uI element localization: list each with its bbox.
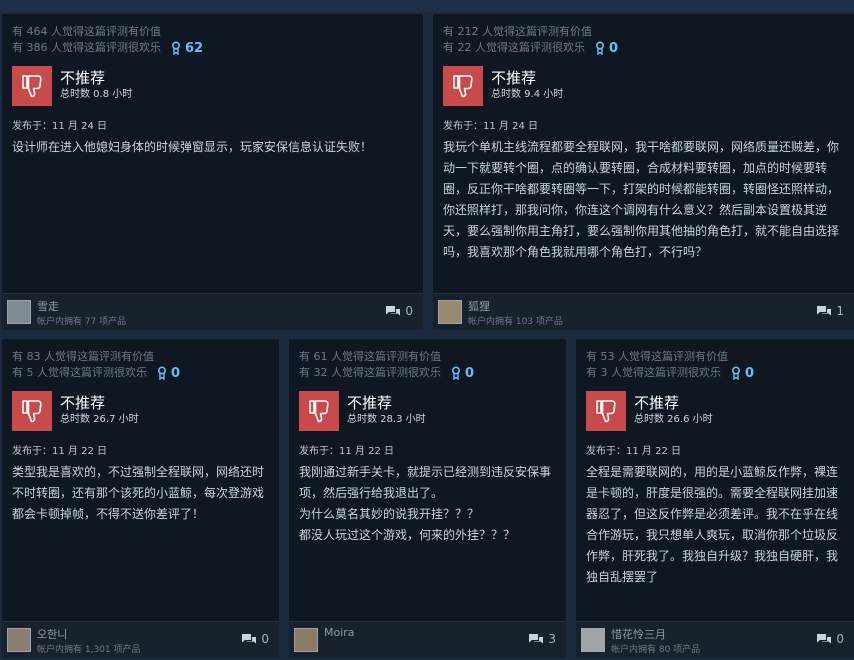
helpful-count: 有 212 人觉得这篇评测有价值: [443, 25, 592, 38]
username[interactable]: 오한니: [37, 626, 67, 642]
comment-count[interactable]: 0: [816, 632, 844, 646]
funny-count: 有 22 人觉得这篇评测很欢乐: [443, 41, 585, 54]
username[interactable]: 狐狸: [468, 298, 490, 314]
comment-icon: [817, 305, 832, 315]
review-card: 有 464 人觉得这篇评测有价值 有 386 人觉得这篇评测很欢乐 62 不推荐…: [2, 14, 423, 330]
comment-count[interactable]: 0: [241, 632, 269, 646]
comment-value: 3: [548, 632, 556, 646]
award-value: 62: [185, 40, 204, 56]
review-line: 类型我是喜欢的，不过强制全程联网，网络还时不时转圈，还有那个该死的小蓝鲸，每次登…: [12, 465, 265, 521]
review-card: 有 83 人觉得这篇评测有价值 有 5 人觉得这篇评测很欢乐 0 不推荐 总时数…: [2, 339, 279, 658]
hours-played: 总时数 26.6 小时: [634, 414, 713, 425]
comment-icon: [242, 633, 257, 643]
hours-played: 总时数 0.8 小时: [60, 89, 133, 100]
helpful-count: 有 61 人觉得这篇评测有价值: [299, 350, 441, 363]
award-value: 0: [609, 40, 619, 56]
review-line: 为什么莫名其妙的说我开挂？？？: [299, 507, 480, 521]
award-count[interactable]: 0: [157, 366, 180, 381]
review-footer: Moira 3: [289, 621, 566, 658]
review-card: 有 61 人觉得这篇评测有价值 有 32 人觉得这篇评测很欢乐 0 不推荐 总时…: [289, 339, 566, 658]
avatar[interactable]: [438, 300, 462, 324]
posted-date: 发布于：11 月 22 日: [12, 446, 107, 457]
hours-played: 总时数 9.4 小时: [491, 89, 564, 100]
helpful-count: 有 53 人觉得这篇评测有价值: [586, 350, 728, 363]
comment-count[interactable]: 1: [816, 304, 844, 318]
review-line: 都没人玩过这个游戏，何来的外挂？？？: [299, 528, 516, 542]
review-footer: 雪走 帐户内拥有 77 项产品 0: [2, 293, 423, 330]
recommendation-label: 不推荐: [491, 69, 537, 87]
avatar[interactable]: [294, 628, 318, 652]
review-text: 我玩个单机主线流程都要全程联网，我干啥都要联网，网络质量还贼差，你动一下就要转个…: [443, 137, 844, 263]
thumbs-down-icon: [443, 66, 483, 106]
comment-icon: [817, 633, 832, 643]
comment-icon: [529, 633, 544, 643]
username[interactable]: Moira: [324, 626, 355, 639]
award-icon: [171, 41, 181, 55]
products-owned: 帐户内拥有 103 项产品: [468, 317, 563, 327]
helpful-count: 有 464 人觉得这篇评测有价值: [12, 25, 161, 38]
review-line: 我刚通过新手关卡，就提示已经测到违反安保事项，然后强行给我退出了。: [299, 465, 552, 500]
review-line: 我玩个单机主线流程都要全程联网，我干啥都要联网，网络质量还贼差，你动一下就要转个…: [443, 140, 840, 259]
avatar[interactable]: [581, 628, 605, 652]
award-value: 0: [745, 365, 755, 381]
products-owned: 帐户内拥有 80 项产品: [611, 645, 701, 655]
hours-played: 总时数 28.3 小时: [347, 414, 426, 425]
posted-date: 发布于：11 月 22 日: [586, 446, 681, 457]
thumbs-down-icon: [12, 66, 52, 106]
award-icon: [451, 366, 461, 380]
comment-count[interactable]: 0: [385, 304, 413, 318]
thumbs-down-icon: [586, 391, 626, 431]
text-fade: [433, 264, 854, 294]
comment-count[interactable]: 3: [528, 632, 556, 646]
award-icon: [731, 366, 741, 380]
hours-played: 总时数 26.7 小时: [60, 414, 139, 425]
review-footer: 狐狸 帐户内拥有 103 项产品 1: [433, 293, 854, 330]
username[interactable]: 惜花怜三月: [611, 626, 666, 642]
award-count[interactable]: 62: [171, 41, 203, 56]
award-count[interactable]: 0: [451, 366, 474, 381]
thumbs-down-icon: [299, 391, 339, 431]
avatar[interactable]: [7, 628, 31, 652]
review-card: 有 212 人觉得这篇评测有价值 有 22 人觉得这篇评测很欢乐 0 不推荐 总…: [433, 14, 854, 330]
funny-count: 有 386 人觉得这篇评测很欢乐: [12, 41, 161, 54]
comment-icon: [386, 305, 401, 315]
avatar[interactable]: [7, 300, 31, 324]
comment-value: 1: [836, 304, 844, 318]
posted-date: 发布于：11 月 24 日: [12, 121, 107, 132]
comment-value: 0: [405, 304, 413, 318]
products-owned: 帐户内拥有 1,301 项产品: [37, 645, 141, 655]
review-footer: 오한니 帐户内拥有 1,301 项产品 0: [2, 621, 279, 658]
comment-value: 0: [261, 632, 269, 646]
text-fade: [576, 592, 854, 622]
review-line: 设计师在进入他媳妇身体的时候弹窗显示，玩家安保信息认证失败！: [12, 140, 373, 154]
posted-date: 发布于：11 月 24 日: [443, 121, 538, 132]
thumbs-down-icon: [12, 391, 52, 431]
helpful-count: 有 83 人觉得这篇评测有价值: [12, 350, 154, 363]
review-card: 有 53 人觉得这篇评测有价值 有 3 人觉得这篇评测很欢乐 0 不推荐 总时数…: [576, 339, 854, 658]
recommendation-label: 不推荐: [634, 394, 680, 412]
review-text: 类型我是喜欢的，不过强制全程联网，网络还时不时转圈，还有那个该死的小蓝鲸，每次登…: [12, 462, 269, 525]
award-icon: [595, 41, 605, 55]
funny-count: 有 32 人觉得这篇评测很欢乐: [299, 366, 441, 379]
posted-date: 发布于：11 月 22 日: [299, 446, 394, 457]
recommendation-label: 不推荐: [60, 394, 106, 412]
award-value: 0: [171, 365, 181, 381]
products-owned: 帐户内拥有 77 项产品: [37, 317, 127, 327]
recommendation-label: 不推荐: [347, 394, 393, 412]
recommendation-label: 不推荐: [60, 69, 106, 87]
funny-count: 有 3 人觉得这篇评测很欢乐: [586, 366, 721, 379]
comment-value: 0: [836, 632, 844, 646]
award-icon: [157, 366, 167, 380]
award-count[interactable]: 0: [731, 366, 754, 381]
review-text: 设计师在进入他媳妇身体的时候弹窗显示，玩家安保信息认证失败！: [12, 137, 413, 158]
top-bar: [0, 0, 854, 12]
review-text: 全程是需要联网的，用的是小蓝鲸反作弊，裸连是卡顿的，肝度是很强的。需要全程联网挂…: [586, 462, 844, 588]
funny-count: 有 5 人觉得这篇评测很欢乐: [12, 366, 147, 379]
review-footer: 惜花怜三月 帐户内拥有 80 项产品 0: [576, 621, 854, 658]
review-line: 全程是需要联网的，用的是小蓝鲸反作弊，裸连是卡顿的，肝度是很强的。需要全程联网挂…: [586, 465, 839, 584]
award-value: 0: [465, 365, 475, 381]
award-count[interactable]: 0: [595, 41, 618, 56]
username[interactable]: 雪走: [37, 298, 59, 314]
review-text: 我刚通过新手关卡，就提示已经测到违反安保事项，然后强行给我退出了。 为什么莫名其…: [299, 462, 556, 546]
